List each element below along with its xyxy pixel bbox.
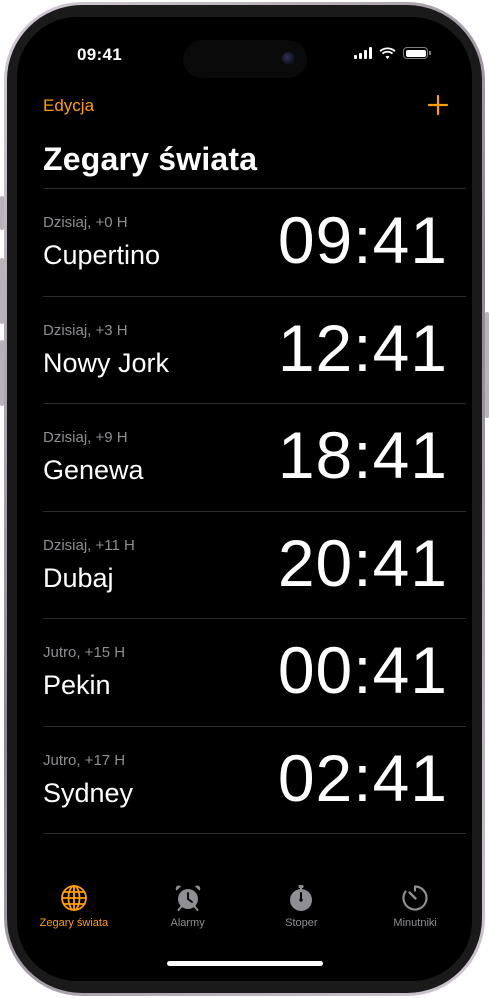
- globe-icon: [60, 885, 87, 911]
- status-time: 09:41: [77, 45, 122, 64]
- clock-city: Sydney: [43, 777, 134, 808]
- tab-label: Minutniki: [393, 917, 437, 929]
- clock-time: 02:41: [277, 740, 448, 815]
- clock-city: Genewa: [43, 455, 144, 485]
- screen: 09:41 Edycja Zegary świata Dzisiaj, +0 H…: [17, 17, 472, 981]
- battery-icon: [403, 47, 431, 59]
- status-icons: [354, 47, 431, 59]
- clock-row[interactable]: Dzisiaj, +9 H Genewa 18:41: [43, 404, 466, 512]
- power-button: [485, 312, 489, 418]
- clock-offset: Dzisiaj, +3 H: [43, 321, 128, 339]
- tab-alarms[interactable]: Alarmy: [131, 883, 245, 943]
- stopwatch-icon: [290, 885, 313, 911]
- clock-offset: Dzisiaj, +9 H: [43, 429, 128, 446]
- home-indicator[interactable]: [167, 961, 323, 966]
- clock-time: 12:41: [277, 310, 448, 385]
- clock-city: Cupertino: [43, 240, 161, 270]
- clock-city: Pekin: [43, 670, 111, 700]
- add-icon[interactable]: [426, 93, 450, 117]
- device-frame: 09:41 Edycja Zegary świata Dzisiaj, +0 H…: [0, 0, 489, 998]
- wifi-icon: [379, 47, 396, 59]
- clock-offset: Dzisiaj, +0 H: [43, 214, 128, 231]
- camera-lens: [282, 52, 295, 65]
- cellular-signal-icon: [354, 47, 372, 59]
- dynamic-island: [183, 40, 307, 78]
- tab-label: Zegary świata: [39, 917, 109, 929]
- tab-timers[interactable]: Minutniki: [358, 883, 472, 943]
- clock-row[interactable]: Dzisiaj, +3 H Nowy Jork 12:41: [43, 297, 466, 404]
- clock-offset: Dzisiaj, +11 H: [43, 536, 135, 554]
- tab-bar: Zegary świata Alarmy Stoper Minutniki: [17, 883, 472, 943]
- clock-row[interactable]: Dzisiaj, +0 H Cupertino 09:41: [43, 189, 466, 297]
- tab-label: Stoper: [285, 917, 318, 929]
- tab-label: Alarmy: [170, 917, 205, 929]
- alarm-clock-icon: [175, 885, 200, 911]
- clock-city: Dubaj: [43, 562, 114, 593]
- clock-row[interactable]: Jutro, +17 H Sydney 02:41: [43, 727, 466, 834]
- clock-time: 20:41: [277, 525, 448, 600]
- clock-city: Nowy Jork: [43, 347, 170, 378]
- clock-time: 18:41: [277, 418, 448, 492]
- tab-stopwatch[interactable]: Stoper: [245, 883, 359, 943]
- clock-row[interactable]: Dzisiaj, +11 H Dubaj 20:41: [43, 512, 466, 619]
- edit-button[interactable]: Edycja: [43, 96, 94, 116]
- clock-row[interactable]: Jutro, +15 H Pekin 00:41: [43, 619, 466, 727]
- world-clock-list: Dzisiaj, +0 H Cupertino 09:41 Dzisiaj, +…: [43, 189, 466, 834]
- clock-time: 09:41: [277, 203, 448, 277]
- clock-offset: Jutro, +17 H: [43, 751, 126, 769]
- timer-icon: [402, 885, 428, 911]
- page-title: Zegary świata: [43, 141, 258, 177]
- clock-offset: Jutro, +15 H: [43, 644, 126, 661]
- clock-time: 00:41: [277, 633, 448, 707]
- tab-world-clock[interactable]: Zegary świata: [17, 883, 131, 943]
